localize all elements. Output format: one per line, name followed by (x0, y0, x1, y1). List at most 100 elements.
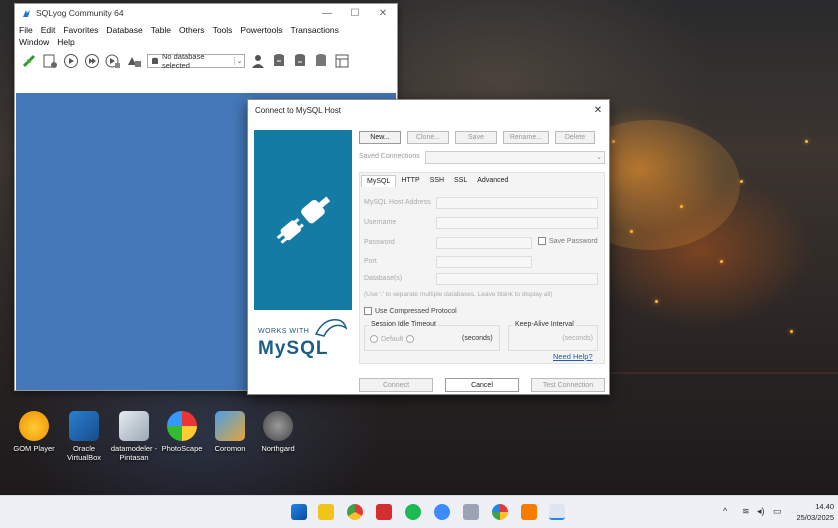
minimize-button[interactable]: — (313, 8, 341, 19)
connect-dialog[interactable]: Connect to MySQL Host ✕ WORKS WITH MySQL (247, 99, 610, 395)
databases-label: Database(s) (364, 275, 403, 282)
cancel-button[interactable]: Cancel (445, 378, 519, 392)
menu-help[interactable]: Help (57, 36, 74, 48)
clone-button[interactable]: Clone... (407, 131, 449, 144)
compressed-protocol-checkbox[interactable] (364, 307, 372, 315)
save-password-option[interactable]: Save Password (538, 237, 598, 245)
new-query-icon[interactable] (42, 53, 58, 69)
title-bar[interactable]: SQLyog Community 64 — ☐ ✕ (15, 4, 397, 22)
test-connection-button[interactable]: Test Connection (531, 378, 605, 392)
desktop-icon-coromon[interactable]: Coromon (206, 411, 254, 453)
backup-icon[interactable] (271, 53, 287, 69)
tab-ssh[interactable]: SSH (425, 175, 449, 187)
tab-advanced[interactable]: Advanced (472, 175, 513, 187)
maximize-button[interactable]: ☐ (341, 8, 369, 19)
custom-timeout-radio[interactable] (406, 335, 415, 343)
connection-buttons: New... Clone... Save Rename... Delete (359, 131, 595, 144)
menu-table[interactable]: Table (151, 24, 171, 36)
start-icon[interactable] (291, 504, 307, 520)
keepalive-group: Keep-Alive Interval (seconds) (508, 321, 598, 351)
dialog-title-bar[interactable]: Connect to MySQL Host ✕ (248, 100, 609, 120)
need-help-link[interactable]: Need Help? (553, 352, 593, 361)
sqlyog-logo-icon (23, 9, 30, 17)
sqlyog-taskbar-icon[interactable] (549, 504, 565, 520)
app-icon[interactable] (521, 504, 537, 520)
menu-transactions[interactable]: Transactions (290, 24, 338, 36)
table-data-icon[interactable] (313, 53, 329, 69)
new-connection-icon[interactable] (21, 53, 37, 69)
chevron-down-icon: ⌄ (596, 154, 602, 161)
whatsapp-icon[interactable] (434, 504, 450, 520)
spark (655, 300, 658, 303)
database-selector[interactable]: No database selected ⌄ (147, 52, 245, 70)
clock[interactable]: 14.40 25/03/2025 (790, 501, 834, 523)
port-label: Port (364, 258, 377, 265)
battery-icon[interactable]: ▭ (773, 506, 782, 517)
close-button[interactable]: ✕ (369, 8, 397, 19)
schema-designer-icon[interactable] (334, 53, 350, 69)
compressed-protocol-option[interactable]: Use Compressed Protocol (364, 307, 457, 315)
menu-bar: File Edit Favorites Database Table Other… (15, 22, 385, 48)
execute-query-icon[interactable] (63, 53, 79, 69)
desktop-icon-datamodeler[interactable]: datamodeler - Pintasan (110, 411, 158, 462)
tray-chevron-icon[interactable]: ^ (723, 506, 727, 516)
menu-favorites[interactable]: Favorites (63, 24, 98, 36)
adobe-icon[interactable] (376, 504, 392, 520)
desktop-icon-label: Oracle VirtualBox (66, 444, 102, 462)
databases-input[interactable] (436, 273, 598, 285)
desktop-icon-northgard[interactable]: Northgard (254, 411, 302, 453)
spark (740, 180, 743, 183)
chrome-icon[interactable] (347, 504, 363, 520)
host-input[interactable] (436, 197, 598, 209)
spark (630, 230, 633, 233)
rename-button[interactable]: Rename... (503, 131, 549, 144)
save-button[interactable]: Save (455, 131, 497, 144)
menu-window[interactable]: Window (19, 36, 49, 48)
connect-button[interactable]: Connect (359, 378, 433, 392)
brand-panel: WORKS WITH MySQL (254, 130, 352, 364)
compressed-protocol-label: Use Compressed Protocol (375, 307, 457, 315)
database-icon (151, 57, 158, 64)
spotify-icon[interactable] (405, 504, 421, 520)
virtualbox-icon (69, 411, 99, 441)
menu-powertools[interactable]: Powertools (240, 24, 282, 36)
delete-button[interactable]: Delete (555, 131, 595, 144)
chrome-profile-icon[interactable] (492, 504, 508, 520)
username-input[interactable] (436, 217, 598, 229)
desktop-icon-photoscape[interactable]: PhotoScape (158, 411, 206, 453)
plug-banner (254, 130, 352, 310)
database-selector-value: No database selected (161, 52, 205, 70)
save-password-checkbox[interactable] (538, 237, 546, 245)
menu-tools[interactable]: Tools (213, 24, 233, 36)
restore-icon[interactable] (292, 53, 308, 69)
dialog-close-button[interactable]: ✕ (587, 105, 609, 116)
saved-connections-dropdown[interactable]: ⌄ (425, 151, 605, 164)
desktop-icon-virtualbox[interactable]: Oracle VirtualBox (60, 411, 108, 462)
password-label: Password (364, 239, 395, 246)
menu-database[interactable]: Database (106, 24, 142, 36)
watermark: Render (545, 412, 612, 433)
tab-mysql[interactable]: MySQL (361, 175, 397, 187)
new-button[interactable]: New... (359, 131, 401, 144)
port-input[interactable] (436, 256, 532, 268)
photoscape-icon (167, 411, 197, 441)
tab-http[interactable]: HTTP (396, 175, 424, 187)
password-input[interactable] (436, 237, 532, 249)
execute-all-icon[interactable] (84, 53, 100, 69)
volume-icon[interactable]: ◂) (757, 506, 765, 517)
session-idle-timeout-group: Session Idle Timeout Default (seconds) (364, 321, 500, 351)
default-radio[interactable] (370, 335, 378, 343)
execute-edit-icon[interactable] (105, 53, 121, 69)
mail-icon[interactable] (463, 504, 479, 520)
window-title: SQLyog Community 64 (36, 8, 124, 18)
menu-file[interactable]: File (19, 24, 33, 36)
menu-others[interactable]: Others (179, 24, 205, 36)
wifi-icon[interactable]: ≋ (742, 506, 750, 517)
user-manager-icon[interactable] (250, 53, 266, 69)
schema-icon[interactable] (126, 53, 142, 69)
tab-ssl[interactable]: SSL (449, 175, 472, 187)
keepalive-label: Keep-Alive Interval (513, 321, 576, 328)
menu-edit[interactable]: Edit (41, 24, 56, 36)
file-explorer-icon[interactable] (318, 504, 334, 520)
desktop-icon-gom-player[interactable]: GOM Player (10, 411, 58, 453)
